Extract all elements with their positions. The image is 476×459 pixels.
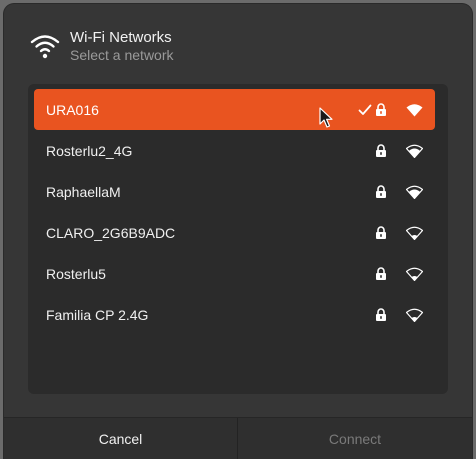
network-status-icons — [358, 89, 423, 130]
lock-icon — [376, 185, 386, 198]
network-row[interactable]: CLARO_2G6B9ADC — [34, 212, 435, 253]
lock-icon — [376, 267, 386, 280]
dialog-header: Wi-Fi Networks Select a network — [4, 4, 472, 84]
mouse-pointer-icon — [319, 107, 333, 128]
wifi-signal-full-icon — [406, 103, 423, 116]
network-row[interactable]: URA016 — [34, 89, 435, 130]
network-name: Familia CP 2.4G — [46, 306, 149, 323]
network-status-icons — [375, 212, 423, 253]
dialog-title: Wi-Fi Networks — [70, 29, 172, 46]
wifi-signal-weak-icon — [406, 308, 423, 322]
wifi-signal-weak-icon — [406, 267, 423, 281]
network-name: URA016 — [46, 101, 99, 118]
dialog-subtitle: Select a network — [70, 47, 174, 63]
network-name: Rosterlu5 — [46, 265, 106, 282]
network-row[interactable]: Rosterlu2_4G — [34, 130, 435, 171]
wifi-networks-dialog: Wi-Fi Networks Select a network URA016 R… — [4, 4, 472, 459]
network-row[interactable]: Rosterlu5 — [34, 253, 435, 294]
network-name: CLARO_2G6B9ADC — [46, 224, 176, 241]
lock-icon — [376, 103, 386, 116]
network-status-icons — [375, 294, 423, 335]
wifi-icon — [30, 35, 60, 59]
dialog-footer: Cancel Connect — [4, 417, 472, 459]
network-status-icons — [375, 130, 423, 171]
wifi-signal-weak-icon — [406, 226, 423, 240]
lock-icon — [376, 144, 386, 157]
network-name: RaphaellaM — [46, 183, 121, 200]
network-row[interactable]: Familia CP 2.4G — [34, 294, 435, 335]
lock-icon — [376, 308, 386, 321]
connect-button[interactable]: Connect — [238, 418, 472, 459]
wifi-signal-good-icon — [406, 185, 423, 199]
network-row[interactable]: RaphaellaM — [34, 171, 435, 212]
network-list[interactable]: URA016 Rosterlu2_4G RaphaellaM CLARO_2G6… — [28, 84, 448, 394]
check-icon — [358, 104, 372, 115]
network-status-icons — [375, 253, 423, 294]
cancel-button[interactable]: Cancel — [4, 418, 238, 459]
network-status-icons — [375, 171, 423, 212]
lock-icon — [376, 226, 386, 239]
network-name: Rosterlu2_4G — [46, 142, 133, 159]
wifi-signal-good-icon — [406, 144, 423, 158]
